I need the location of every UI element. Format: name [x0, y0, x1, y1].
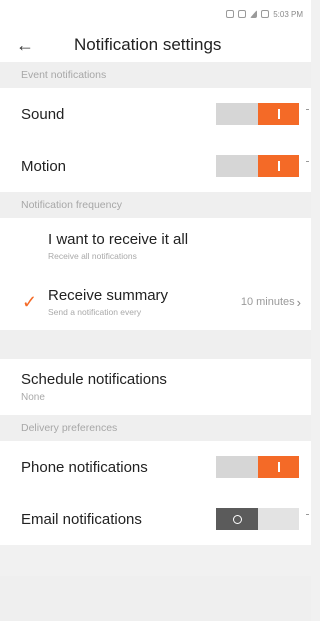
- alarm-icon: [226, 10, 235, 18]
- battery-icon: [261, 10, 270, 18]
- empty-area: [0, 576, 311, 621]
- motion-label: Motion: [21, 157, 67, 175]
- sound-label: Sound: [21, 105, 65, 123]
- schedule-notifications-row[interactable]: Schedule notifications None: [0, 359, 311, 415]
- option-subtitle: Send a notification every: [48, 307, 142, 317]
- option-receive-all[interactable]: ✓ I want to receive it all Receive all n…: [0, 218, 311, 274]
- summary-interval-value: 10 minutes: [240, 296, 295, 308]
- option-subtitle: Receive all notifications: [48, 251, 137, 261]
- phone-notifications-row[interactable]: Phone notifications: [0, 441, 311, 493]
- status-time: 5:03 PM: [273, 9, 303, 19]
- divider: [0, 330, 311, 359]
- option-receive-summary[interactable]: ✓ Receive summary Send a notification ev…: [0, 274, 311, 330]
- email-notifications-row[interactable]: Email notifications: [0, 493, 311, 545]
- option-title: Receive summary: [48, 287, 169, 304]
- summary-interval-selector[interactable]: 10 minutes ›: [241, 295, 301, 310]
- back-arrow-icon[interactable]: ←: [16, 36, 48, 54]
- sound-toggle[interactable]: [216, 103, 299, 125]
- checkmark-icon: ✓: [22, 292, 38, 312]
- vibrate-icon: [238, 10, 247, 18]
- schedule-value: None: [21, 392, 45, 403]
- chevron-right-icon: ›: [296, 294, 301, 310]
- schedule-title: Schedule notifications: [21, 371, 167, 388]
- section-header-delivery: Delivery preferences: [0, 415, 311, 441]
- signal-icon: [250, 10, 258, 18]
- page-title: Notification settings: [74, 35, 222, 54]
- section-header-event: Event notifications: [0, 62, 311, 88]
- motion-row[interactable]: Motion: [0, 140, 311, 192]
- phone-notifications-toggle[interactable]: [216, 456, 299, 478]
- motion-toggle[interactable]: [216, 155, 299, 177]
- section-header-frequency: Notification frequency: [0, 192, 311, 218]
- status-bar: 5:03 PM: [0, 0, 311, 28]
- email-notifications-toggle[interactable]: [216, 508, 299, 530]
- email-notifications-label: Email notifications: [21, 510, 142, 528]
- option-title: I want to receive it all: [48, 231, 189, 248]
- sound-row[interactable]: Sound: [0, 88, 311, 140]
- app-bar: ← Notification settings: [0, 28, 311, 62]
- phone-notifications-label: Phone notifications: [21, 458, 148, 476]
